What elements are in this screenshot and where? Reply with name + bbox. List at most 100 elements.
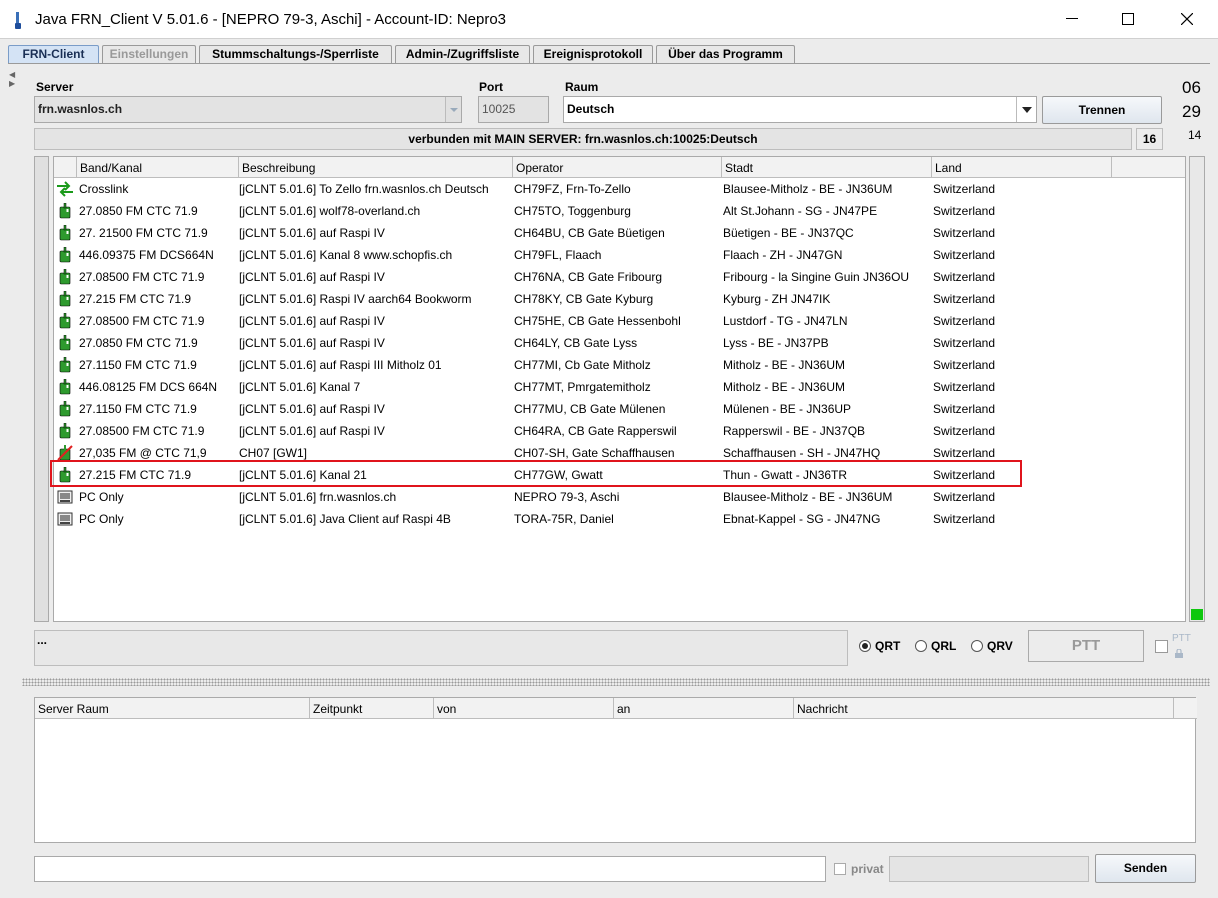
cell-band: 27.08500 FM CTC 71.9	[79, 424, 205, 438]
user-count: 16	[1136, 128, 1163, 150]
user-row[interactable]: 27.08500 FM CTC 71.9 [jCLNT 5.01.6] auf R…	[54, 420, 1185, 442]
column-header-server-room[interactable]: Server Raum	[35, 698, 310, 719]
ptt-lock-checkbox[interactable]	[1155, 640, 1168, 653]
user-row[interactable]: 27.0850 FM CTC 71.9 [jCLNT 5.01.6] auf Ra…	[54, 332, 1185, 354]
left-scrollbar[interactable]	[34, 156, 49, 622]
user-row[interactable]: 27.08500 FM CTC 71.9 [jCLNT 5.01.6] auf R…	[54, 266, 1185, 288]
cell-country: Switzerland	[933, 512, 996, 526]
disconnect-button[interactable]: Trennen	[1042, 96, 1162, 124]
column-header-country[interactable]: Land	[932, 157, 1112, 178]
user-row[interactable]: Crosslink [jCLNT 5.01.6] To Zello frn.was…	[54, 178, 1185, 200]
tab-ereignisprotokoll[interactable]: Ereignisprotokoll	[533, 45, 653, 64]
user-row[interactable]: 27.1150 FM CTC 71.9 [jCLNT 5.01.6] auf Ra…	[54, 354, 1185, 376]
cell-description: [jCLNT 5.01.6] Raspi IV aarch64 Bookworm	[239, 292, 472, 306]
cell-city: Mitholz - BE - JN36UM	[723, 380, 846, 394]
room-value: Deutsch	[567, 102, 615, 116]
cell-band: 27.0850 FM CTC 71.9	[79, 204, 198, 218]
radio-gateway-icon	[59, 247, 71, 263]
column-header-city[interactable]: Stadt	[722, 157, 932, 178]
radio-gateway-icon	[59, 269, 71, 285]
radio-gateway-icon	[59, 313, 71, 329]
maximize-button[interactable]	[1099, 0, 1157, 38]
radio-gateway-icon	[59, 225, 71, 241]
column-header-operator[interactable]: Operator	[513, 157, 722, 178]
icon-column-header[interactable]	[54, 157, 77, 178]
column-header-time[interactable]: Zeitpunkt	[310, 698, 434, 719]
radio-qrv-indicator	[971, 640, 983, 652]
tab-bar: FRN-Client Einstellungen Stummschaltungs…	[8, 45, 798, 64]
connection-status: verbunden mit MAIN SERVER: frn.wasnlos.c…	[34, 128, 1132, 150]
column-header-to[interactable]: an	[614, 698, 794, 719]
room-dropdown-button[interactable]	[1016, 97, 1036, 122]
server-dropdown-button[interactable]	[445, 97, 461, 122]
tab-admin-zugriffsliste[interactable]: Admin-/Zugriffsliste	[395, 45, 530, 64]
tab-einstellungen[interactable]: Einstellungen	[102, 45, 196, 64]
chat-message-input[interactable]	[34, 856, 826, 882]
user-row[interactable]: 27.1150 FM CTC 71.9 [jCLNT 5.01.6] auf Ra…	[54, 398, 1185, 420]
cell-country: Switzerland	[933, 424, 996, 438]
user-row[interactable]: 446.08125 FM DCS 664N [jCLNT 5.01.6] Kana…	[54, 376, 1185, 398]
column-header-band[interactable]: Band/Kanal	[77, 157, 239, 178]
audio-level-fill	[1191, 609, 1203, 620]
tab-stummschaltungs-sperrliste[interactable]: Stummschaltungs-/Sperrliste	[199, 45, 392, 64]
cell-city: Alt St.Johann - SG - JN47PE	[723, 204, 878, 218]
window-title: Java FRN_Client V 5.01.6 - [NEPRO 79-3, …	[35, 11, 507, 28]
cell-city: Ebnat-Kappel - SG - JN47NG	[723, 512, 881, 526]
cell-city: Fribourg - la Singine Guin JN36OU	[723, 270, 910, 284]
cell-operator: CH78KY, CB Gate Kyburg	[514, 292, 654, 306]
cell-description: [jCLNT 5.01.6] auf Raspi IV	[239, 336, 385, 350]
users-table-header: Band/Kanal Beschreibung Operator Stadt L…	[54, 157, 1185, 178]
left-splitter-handle[interactable]: ◀ ▶	[9, 70, 17, 682]
panel-splitter[interactable]	[22, 678, 1210, 686]
radio-muted-icon	[57, 445, 73, 461]
ptt-button[interactable]: PTT	[1028, 630, 1144, 662]
radio-gateway-icon	[59, 401, 71, 417]
port-label: Port	[479, 80, 503, 94]
radio-qrt[interactable]: QRT	[859, 639, 900, 653]
cell-country: Switzerland	[933, 490, 996, 504]
radio-qrl[interactable]: QRL	[915, 639, 956, 653]
user-row[interactable]: 27.0850 FM CTC 71.9 [jCLNT 5.01.6] wolf78…	[54, 200, 1185, 222]
tab-ueber-das-programm[interactable]: Über das Programm	[656, 45, 795, 64]
radio-gateway-icon	[59, 335, 71, 351]
column-header-description[interactable]: Beschreibung	[239, 157, 513, 178]
server-label: Server	[36, 80, 74, 94]
cell-description: [jCLNT 5.01.6] auf Raspi IV	[239, 270, 385, 284]
port-field[interactable]: 10025	[478, 96, 549, 123]
cell-operator: CH79FL, Flaach	[514, 248, 602, 262]
radio-qrv[interactable]: QRV	[971, 639, 1013, 653]
minimize-button[interactable]	[1043, 0, 1101, 38]
user-row[interactable]: 27.215 FM CTC 71.9 [jCLNT 5.01.6] Raspi I…	[54, 288, 1185, 310]
cell-city: Mülenen - BE - JN36UP	[723, 402, 852, 416]
privat-checkbox[interactable]: privat	[834, 862, 884, 876]
private-recipient-field[interactable]	[889, 856, 1089, 882]
user-row[interactable]: 27. 21500 FM CTC 71.9 [jCLNT 5.01.6] auf …	[54, 222, 1185, 244]
tab-frn-client[interactable]: FRN-Client	[8, 45, 99, 64]
cell-operator: NEPRO 79-3, Aschi	[514, 490, 620, 504]
user-row[interactable]: 446.09375 FM DCS664N [jCLNT 5.01.6] Kanal…	[54, 244, 1185, 266]
room-label: Raum	[565, 80, 599, 94]
radio-gateway-icon	[59, 203, 71, 219]
title-bar: Java FRN_Client V 5.01.6 - [NEPRO 79-3, …	[0, 0, 1218, 38]
column-header-from[interactable]: von	[434, 698, 614, 719]
cell-description: [jCLNT 5.01.6] frn.wasnlos.ch	[239, 490, 397, 504]
close-button[interactable]	[1158, 0, 1216, 38]
cell-band: Crosslink	[79, 182, 129, 196]
cell-band: 27. 21500 FM CTC 71.9	[79, 226, 208, 240]
user-row[interactable]: 27.08500 FM CTC 71.9 [jCLNT 5.01.6] auf R…	[54, 310, 1185, 332]
privat-label: privat	[851, 862, 884, 876]
radio-qrl-label: QRL	[931, 639, 957, 653]
crosslink-icon	[57, 181, 73, 197]
cell-description: [jCLNT 5.01.6] auf Raspi IV	[239, 314, 385, 328]
cell-band: PC Only	[79, 512, 124, 526]
user-row[interactable]: PC Only [jCLNT 5.01.6] frn.wasnlos.ch NEPR…	[54, 486, 1185, 508]
cell-operator: CH64RA, CB Gate Rapperswil	[514, 424, 677, 438]
radio-qrt-indicator	[859, 640, 871, 652]
send-button[interactable]: Senden	[1095, 854, 1196, 883]
user-row[interactable]: PC Only [jCLNT 5.01.6] Java Client auf Ra…	[54, 508, 1185, 530]
column-header-message[interactable]: Nachricht	[794, 698, 1174, 719]
port-value: 10025	[482, 102, 516, 116]
cell-band: PC Only	[79, 490, 124, 504]
server-field[interactable]: frn.wasnlos.ch	[34, 96, 462, 123]
room-select[interactable]: Deutsch	[563, 96, 1037, 123]
